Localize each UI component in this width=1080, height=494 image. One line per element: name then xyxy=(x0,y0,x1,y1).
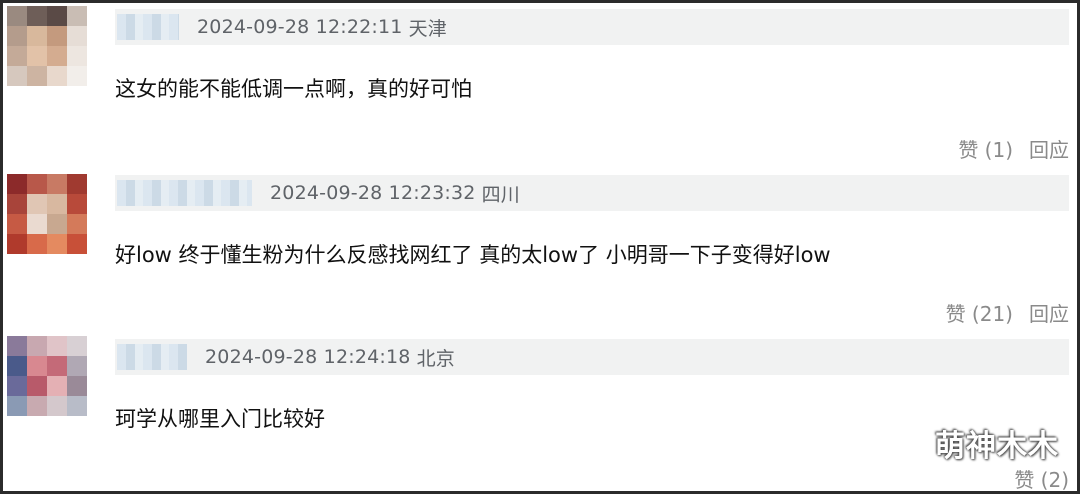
comment-item: 2024-09-28 12:22:11 天津 这女的能不能低调一点啊，真的好可怕… xyxy=(3,3,1077,167)
comment-item: 2024-09-28 12:24:18 北京 珂学从哪里入门比较好 赞 (2) xyxy=(3,333,1077,491)
comment-meta: 2024-09-28 12:22:11 天津 xyxy=(115,9,1069,45)
username-blurred[interactable] xyxy=(117,180,252,206)
avatar[interactable] xyxy=(7,6,87,86)
avatar[interactable] xyxy=(7,174,87,254)
like-button[interactable]: 赞 (21) xyxy=(946,298,1013,327)
watermark: 萌神木木 xyxy=(935,429,1059,464)
comment-actions: 赞 (2) xyxy=(1014,464,1069,491)
comment-meta: 2024-09-28 12:24:18 北京 xyxy=(115,339,1069,375)
avatar[interactable] xyxy=(7,336,87,416)
like-button[interactable]: 赞 (1) xyxy=(958,134,1013,163)
comment-location: 北京 xyxy=(416,347,455,370)
comment-meta: 2024-09-28 12:23:32 四川 xyxy=(115,175,1069,211)
like-button[interactable]: 赞 (2) xyxy=(1014,464,1069,491)
username-blurred[interactable] xyxy=(117,14,179,40)
comment-location: 天津 xyxy=(408,17,447,40)
comment-timestamp: 2024-09-28 12:23:32 xyxy=(270,182,476,204)
comment-text: 好low 终于懂生粉为什么反感找网红了 真的太low了 小明哥一下子变得好low xyxy=(115,243,831,267)
comment-text: 珂学从哪里入门比较好 xyxy=(115,407,325,431)
comment-location: 四川 xyxy=(481,183,520,206)
comment-text: 这女的能不能低调一点啊，真的好可怕 xyxy=(115,77,472,101)
comment-actions: 赞 (1) 回应 xyxy=(958,134,1069,163)
reply-button[interactable]: 回应 xyxy=(1029,298,1069,327)
comment-actions: 赞 (21) 回应 xyxy=(946,298,1069,327)
username-blurred[interactable] xyxy=(117,344,187,370)
comment-item: 2024-09-28 12:23:32 四川 好low 终于懂生粉为什么反感找网… xyxy=(3,167,1077,333)
comment-timestamp: 2024-09-28 12:24:18 xyxy=(205,346,411,368)
comment-list: 2024-09-28 12:22:11 天津 这女的能不能低调一点啊，真的好可怕… xyxy=(0,0,1080,494)
reply-button[interactable]: 回应 xyxy=(1029,134,1069,163)
comment-timestamp: 2024-09-28 12:22:11 xyxy=(197,16,403,38)
